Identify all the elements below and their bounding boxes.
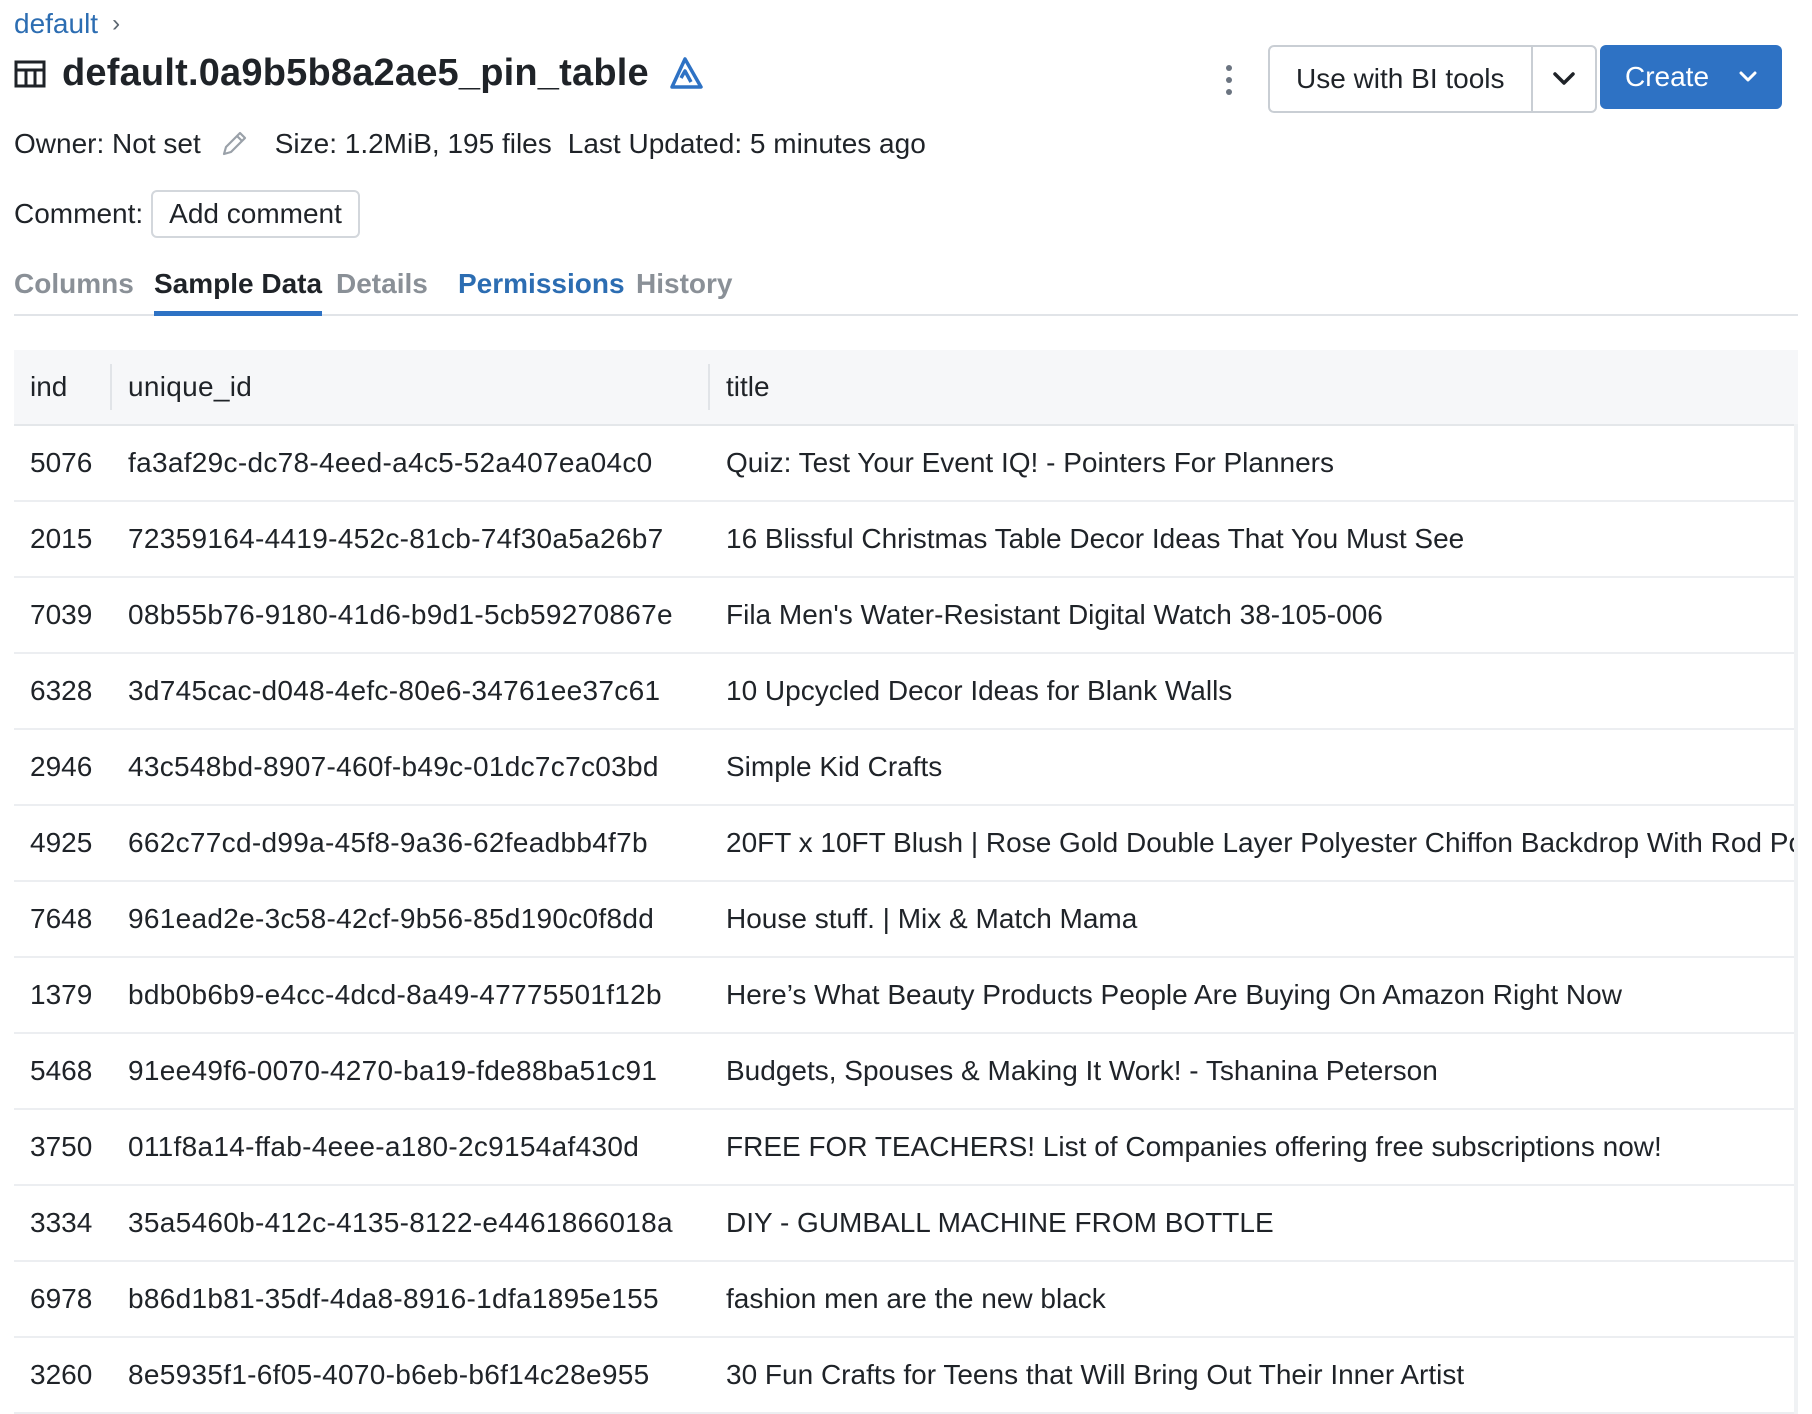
edit-owner-pencil-icon[interactable] (219, 129, 249, 159)
cell-ind: 5468 (30, 1055, 93, 1086)
chevron-right-icon: › (112, 10, 121, 37)
cell-unique-id: 961ead2e-3c58-42cf-9b56-85d190c0f8dd (128, 903, 655, 934)
create-button[interactable]: Create (1600, 45, 1782, 109)
table-row[interactable]: 6328 3d745cac-d048-4efc-80e6-34761ee37c61… (14, 654, 1798, 730)
column-header-unique-id[interactable]: unique_id (128, 350, 252, 424)
tab-bar: Columns Sample Data Details Permissions … (14, 268, 1798, 316)
cell-unique-id: 43c548bd-8907-460f-b49c-01dc7c7c03bd (128, 751, 659, 782)
cell-title: Here’s What Beauty Products People Are B… (726, 979, 1622, 1010)
create-button-label: Create (1624, 61, 1710, 92)
cell-unique-id: 08b55b76-9180-41d6-b9d1-5cb59270867e (128, 599, 673, 630)
cell-unique-id: 8e5935f1-6f05-4070-b6eb-b6f14c28e955 (128, 1359, 650, 1390)
cell-title: Simple Kid Crafts (726, 751, 943, 782)
table-row[interactable]: 7039 08b55b76-9180-41d6-b9d1-5cb59270867e… (14, 578, 1798, 654)
tab-columns[interactable]: Columns (14, 268, 134, 312)
cell-title: Fila Men's Water-Resistant Digital Watch… (726, 599, 1383, 630)
cell-ind: 3260 (30, 1359, 93, 1390)
cell-ind: 2946 (30, 751, 93, 782)
cell-title: fashion men are the new black (726, 1283, 1106, 1314)
bi-tools-split-button: Use with BI tools (1268, 45, 1597, 113)
cell-title: 20FT x 10FT Blush | Rose Gold Double Lay… (726, 827, 1798, 858)
cell-ind: 3750 (30, 1131, 93, 1162)
cell-ind: 6328 (30, 675, 93, 706)
cell-title: 30 Fun Crafts for Teens that Will Bring … (726, 1359, 1465, 1390)
cell-ind: 3334 (30, 1207, 93, 1238)
table-row[interactable]: 5468 91ee49f6-0070-4270-ba19-fde88ba51c91… (14, 1034, 1798, 1110)
table-icon (14, 58, 46, 90)
column-header-title[interactable]: title (726, 350, 1798, 424)
page-title: default.0a9b5b8a2ae5_pin_table (62, 52, 649, 94)
cell-unique-id: 91ee49f6-0070-4270-ba19-fde88ba51c91 (128, 1055, 658, 1086)
cell-title: Budgets, Spouses & Making It Work! - Tsh… (726, 1055, 1438, 1086)
more-options-icon[interactable] (1214, 60, 1244, 100)
use-with-bi-tools-button[interactable]: Use with BI tools (1270, 47, 1533, 111)
tab-details[interactable]: Details (336, 268, 428, 312)
table-row[interactable]: 2946 43c548bd-8907-460f-b49c-01dc7c7c03bd… (14, 730, 1798, 806)
cell-title: Quiz: Test Your Event IQ! - Pointers For… (726, 447, 1334, 478)
table-row[interactable]: 4925 662c77cd-d99a-45f8-9a36-62feadbb4f7b… (14, 806, 1798, 882)
cell-ind: 2015 (30, 523, 93, 554)
table-row[interactable]: 1379 bdb0b6b9-e4cc-4dcd-8a49-47775501f12b… (14, 958, 1798, 1034)
cell-unique-id: fa3af29c-dc78-4eed-a4c5-52a407ea04c0 (128, 447, 653, 478)
tab-sample-data[interactable]: Sample Data (154, 268, 323, 316)
chevron-down-icon (1552, 72, 1575, 85)
cell-ind: 7648 (30, 903, 93, 934)
horizontal-overflow-edge (1794, 424, 1798, 1414)
column-header-ind[interactable]: ind (30, 350, 67, 424)
breadcrumb-default[interactable]: default (14, 8, 98, 40)
table-row[interactable]: 2015 72359164-4419-452c-81cb-74f30a5a26b7… (14, 502, 1798, 578)
page-header: default.0a9b5b8a2ae5_pin_table (14, 52, 703, 95)
comment-row: Comment: Add comment (14, 190, 360, 238)
table-row[interactable]: 3334 35a5460b-412c-4135-8122-e4461866018a… (14, 1186, 1798, 1262)
table-row[interactable]: 3260 8e5935f1-6f05-4070-b6eb-b6f14c28e955… (14, 1338, 1798, 1414)
sample-data-table: ind unique_id title 5076 fa3af29c-dc78-4e… (14, 350, 1798, 1414)
chevron-down-icon (1739, 71, 1757, 82)
cell-unique-id: 3d745cac-d048-4efc-80e6-34761ee37c61 (128, 675, 661, 706)
size-text: Size: 1.2MiB, 195 files (274, 128, 552, 159)
cell-title: 10 Upcycled Decor Ideas for Blank Walls (726, 675, 1233, 706)
tab-history[interactable]: History (636, 268, 732, 312)
cell-ind: 4925 (30, 827, 93, 858)
cell-unique-id: bdb0b6b9-e4cc-4dcd-8a49-47775501f12b (128, 979, 662, 1010)
cell-title: 16 Blissful Christmas Table Decor Ideas … (726, 523, 1465, 554)
cell-ind: 5076 (30, 447, 93, 478)
cell-ind: 6978 (30, 1283, 93, 1314)
cell-title: FREE FOR TEACHERS! List of Companies off… (726, 1131, 1662, 1162)
cell-title: DIY - GUMBALL MACHINE FROM BOTTLE (726, 1207, 1274, 1238)
delta-icon (669, 56, 703, 91)
comment-label: Comment: (14, 198, 144, 229)
cell-unique-id: 35a5460b-412c-4135-8122-e4461866018a (128, 1207, 673, 1238)
cell-unique-id: 72359164-4419-452c-81cb-74f30a5a26b7 (128, 523, 664, 554)
table-header-row: ind unique_id title (14, 350, 1798, 426)
table-body: 5076 fa3af29c-dc78-4eed-a4c5-52a407ea04c0… (14, 426, 1798, 1414)
cell-ind: 1379 (30, 979, 93, 1010)
cell-unique-id: 011f8a14-ffab-4eee-a180-2c9154af430d (128, 1131, 640, 1162)
breadcrumb: default › (14, 8, 120, 40)
table-metadata: Owner: Not set Size: 1.2MiB, 195 files L… (14, 128, 926, 160)
table-row[interactable]: 5076 fa3af29c-dc78-4eed-a4c5-52a407ea04c0… (14, 426, 1798, 502)
table-row[interactable]: 3750 011f8a14-ffab-4eee-a180-2c9154af430d… (14, 1110, 1798, 1186)
bi-tools-dropdown-button[interactable] (1533, 47, 1595, 111)
cell-unique-id: 662c77cd-d99a-45f8-9a36-62feadbb4f7b (128, 827, 648, 858)
tab-permissions[interactable]: Permissions (458, 268, 625, 312)
table-row[interactable]: 7648 961ead2e-3c58-42cf-9b56-85d190c0f8dd… (14, 882, 1798, 958)
last-updated-text: Last Updated: 5 minutes ago (567, 128, 926, 159)
cell-unique-id: b86d1b81-35df-4da8-8916-1dfa1895e155 (128, 1283, 659, 1314)
table-row[interactable]: 6978 b86d1b81-35df-4da8-8916-1dfa1895e155… (14, 1262, 1798, 1338)
cell-title: House stuff. | Mix & Match Mama (726, 903, 1138, 934)
owner-text: Owner: Not set (14, 128, 201, 159)
add-comment-button[interactable]: Add comment (151, 190, 360, 238)
cell-ind: 7039 (30, 599, 93, 630)
